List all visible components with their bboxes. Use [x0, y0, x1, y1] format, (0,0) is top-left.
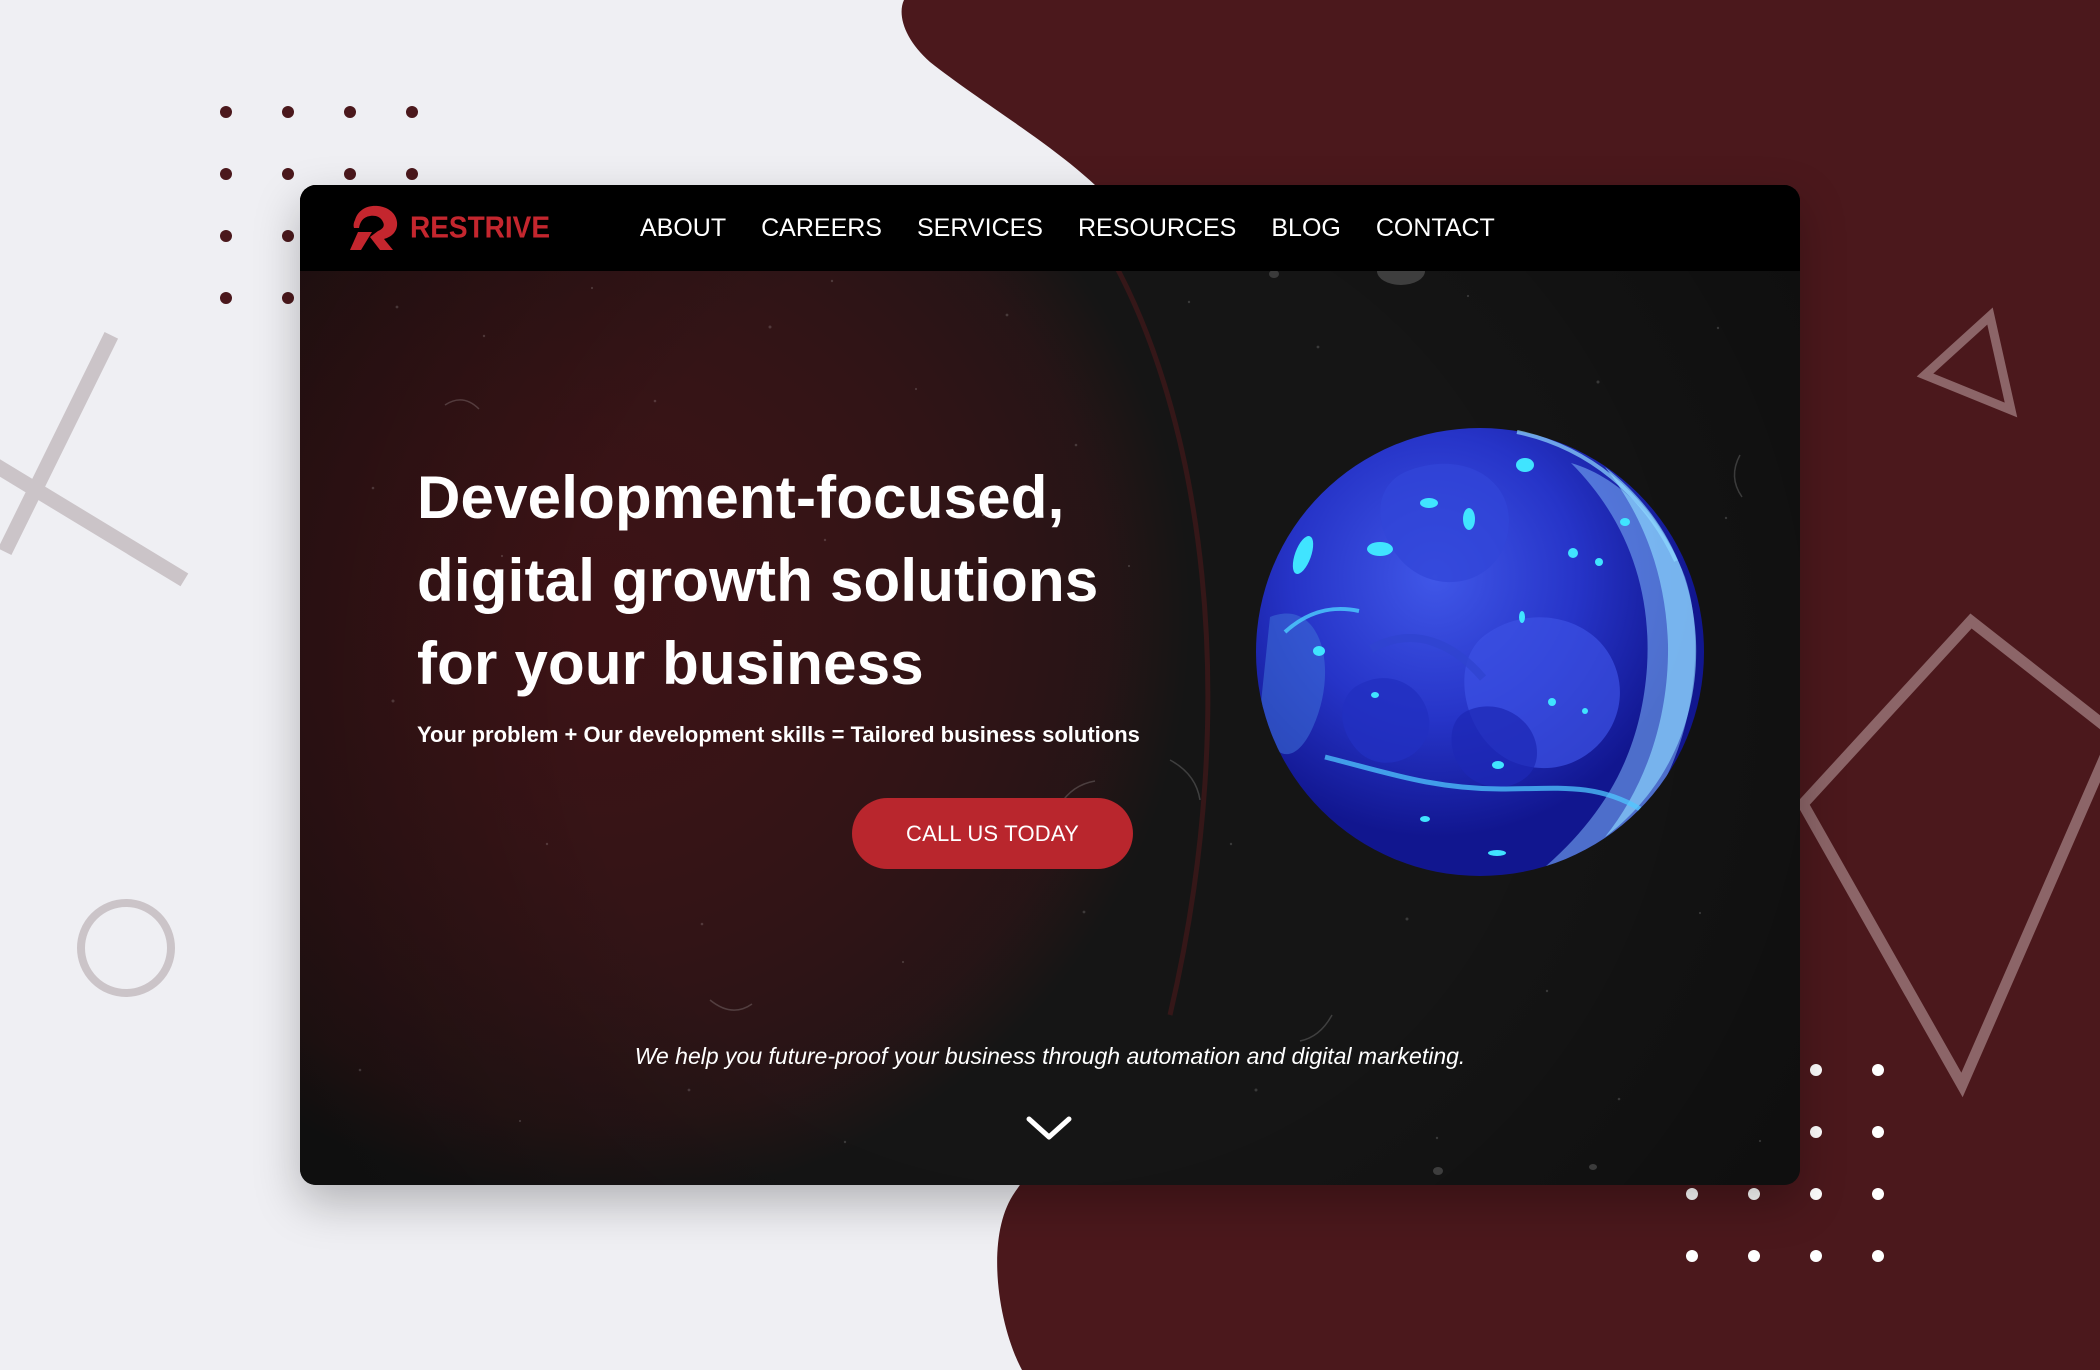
nav-link-services[interactable]: SERVICES — [917, 215, 1043, 241]
scroll-down-button[interactable] — [1023, 1109, 1075, 1145]
nav-link-blog[interactable]: BLOG — [1271, 215, 1340, 241]
hero-subtitle: Your problem + Our development skills = … — [417, 722, 1140, 747]
hero-title-line-3: for your business — [417, 630, 924, 697]
hero-title: Development-focused, digital growth solu… — [417, 456, 1197, 705]
hero-tagline: We help you future-proof your business t… — [634, 1043, 1466, 1069]
hero-title-line-1: Development-focused, — [417, 464, 1065, 531]
chevron-down-icon — [1026, 1116, 1072, 1140]
nav-link-resources[interactable]: RESOURCES — [1078, 215, 1236, 241]
nav-link-contact[interactable]: CONTACT — [1376, 215, 1495, 241]
restrive-r-logo-icon — [350, 205, 398, 250]
blue-planet-image — [1256, 428, 1704, 876]
hero-title-line-2: digital growth solutions — [417, 547, 1099, 614]
nav-link-careers[interactable]: CAREERS — [761, 215, 882, 241]
website-window: RESTRIVE ABOUT CAREERS SERVICES RESOURCE… — [300, 185, 1800, 1185]
call-us-today-button[interactable]: CALL US TODAY — [852, 798, 1133, 869]
gray-circle-shape — [77, 899, 175, 997]
top-navigation-bar: RESTRIVE ABOUT CAREERS SERVICES RESOURCE… — [300, 185, 1800, 271]
main-navigation: ABOUT CAREERS SERVICES RESOURCES BLOG CO… — [640, 185, 1495, 271]
brand-name: RESTRIVE — [410, 210, 551, 245]
gray-x-shape — [0, 331, 189, 587]
nav-link-about[interactable]: ABOUT — [640, 215, 726, 241]
restrive-logo[interactable]: RESTRIVE — [350, 202, 550, 254]
